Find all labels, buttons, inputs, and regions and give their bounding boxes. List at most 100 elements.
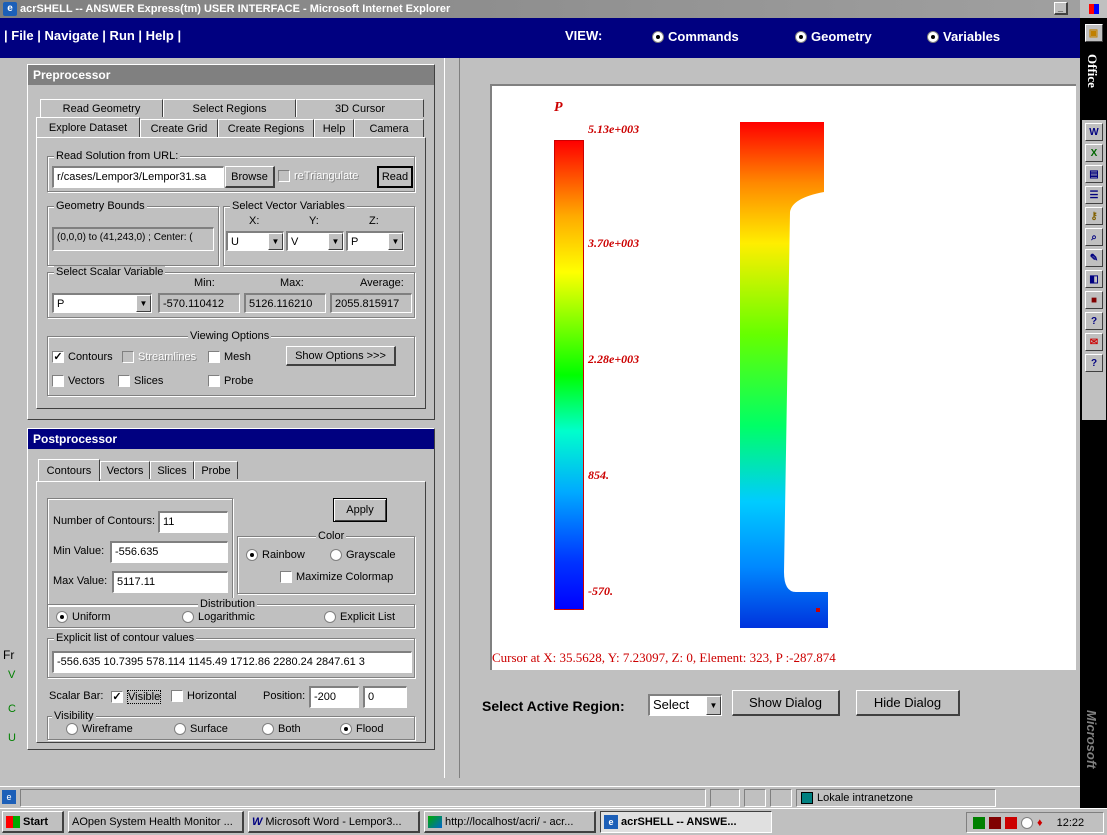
scale-tick-label: 2.28e+003 <box>588 352 640 366</box>
tab-camera[interactable]: Camera <box>354 119 424 137</box>
scalar-variable-group: Select Scalar Variable Min: Max: Average… <box>47 266 415 318</box>
browser-icon <box>428 815 442 828</box>
start-button[interactable]: Start <box>2 811 64 833</box>
flood-radio[interactable]: Flood <box>340 723 384 735</box>
uniform-radio[interactable]: Uniform <box>56 611 111 623</box>
y-variable-select[interactable]: V ▼ <box>286 231 344 251</box>
taskbar-item[interactable]: W Microsoft Word - Lempor3... <box>248 811 420 833</box>
excel-icon[interactable]: X <box>1085 144 1103 162</box>
tab-contours[interactable]: Contours <box>38 459 100 481</box>
tab-create-grid[interactable]: Create Grid <box>140 119 218 137</box>
horizontal-checkbox[interactable]: Horizontal <box>171 690 237 702</box>
min-label: Min: <box>194 277 215 289</box>
windows-logo-icon <box>6 815 20 828</box>
mesh-checkbox[interactable]: Mesh <box>208 351 251 363</box>
taskbar-item-active[interactable]: e acrSHELL -- ANSWE... <box>600 811 772 833</box>
frame-splitter[interactable] <box>444 58 460 778</box>
volume-icon: ♦ <box>1037 816 1043 829</box>
contours-checkbox[interactable]: ✓ Contours <box>52 351 113 363</box>
explicit-list-radio[interactable]: Explicit List <box>324 611 395 623</box>
tab-probe[interactable]: Probe <box>194 461 238 479</box>
max-value-input[interactable]: 5117.11 <box>112 571 228 593</box>
num-contours-input[interactable]: 11 <box>158 511 228 533</box>
checkbox-checked-icon: ✓ <box>52 351 64 363</box>
checkbox-checked-icon: ✓ <box>111 691 123 703</box>
visible-checkbox[interactable]: ✓ Visible <box>111 690 162 704</box>
taskbar: Start AOpen System Health Monitor ... WM… <box>0 808 1107 835</box>
minimize-button[interactable]: _ <box>1054 2 1068 15</box>
explicit-values-input[interactable]: -556.635 10.7395 578.114 1145.49 1712.86… <box>52 651 412 673</box>
main-menu[interactable]: | File | Navigate | Run | Help | <box>4 28 181 43</box>
strip-label: V <box>8 669 16 681</box>
wireframe-radio[interactable]: Wireframe <box>66 723 133 735</box>
solution-url-input[interactable]: r/cases/Lempor3/Lempor31.sa <box>52 166 224 188</box>
tab-slices[interactable]: Slices <box>150 461 194 479</box>
browse-button[interactable]: Browse <box>225 166 275 188</box>
apply-button[interactable]: Apply <box>333 498 387 522</box>
tab-vectors[interactable]: Vectors <box>100 461 150 479</box>
postprocessor-title: Postprocessor <box>28 429 434 449</box>
view-commands[interactable]: Commands <box>652 29 739 44</box>
help-icon[interactable]: ? <box>1085 312 1103 330</box>
probe-checkbox[interactable]: Probe <box>208 375 253 387</box>
grayscale-radio[interactable]: Grayscale <box>330 549 396 561</box>
z-variable-select[interactable]: P ▼ <box>346 231 404 251</box>
powerpoint-icon[interactable]: ▤ <box>1085 165 1103 183</box>
color-group: Color Rainbow Grayscale Maximize Colorma… <box>237 530 415 594</box>
show-dialog-button[interactable]: Show Dialog <box>732 690 840 716</box>
num-contours-label: Number of Contours: <box>53 515 156 527</box>
retriangulate-checkbox[interactable]: reTriangulate <box>278 170 358 182</box>
vector-variables-group: Select Vector Variables X: Y: Z: U ▼ V ▼ P… <box>223 200 415 266</box>
find-icon[interactable]: ⌕ <box>1085 228 1103 246</box>
view-geometry[interactable]: Geometry <box>795 29 872 44</box>
slices-checkbox[interactable]: Slices <box>118 375 163 387</box>
radio-icon <box>182 611 194 623</box>
word-icon: W <box>252 815 263 828</box>
tab-3d-cursor[interactable]: 3D Cursor <box>296 99 424 117</box>
checkbox-icon <box>280 571 292 583</box>
taskbar-item[interactable]: http://localhost/acri/ - acr... <box>424 811 596 833</box>
hide-dialog-button[interactable]: Hide Dialog <box>856 690 960 716</box>
logarithmic-radio[interactable]: Logarithmic <box>182 611 255 623</box>
explore-dataset-page: Read Solution from URL: r/cases/Lempor3/… <box>36 137 426 409</box>
tab-read-geometry[interactable]: Read Geometry <box>40 99 163 117</box>
office-icon-column: W X ▤ ☰ ⚷ ⌕ ✎ ◧ ■ ? ✉ ? <box>1082 120 1106 420</box>
tab-select-regions[interactable]: Select Regions <box>163 99 296 117</box>
vectors-checkbox[interactable]: Vectors <box>52 375 105 387</box>
rainbow-radio[interactable]: Rainbow <box>246 549 305 561</box>
tray-icon <box>989 816 1001 829</box>
position-y-input[interactable]: 0 <box>363 686 407 708</box>
taskbar-item[interactable]: AOpen System Health Monitor ... <box>68 811 244 833</box>
contours-page: Number of Contours: 11 Min Value: -556.6… <box>36 481 426 743</box>
read-button[interactable]: Read <box>377 166 413 188</box>
pen-icon[interactable]: ✎ <box>1085 249 1103 267</box>
mail-icon[interactable]: ✉ <box>1085 333 1103 351</box>
show-options-button[interactable]: Show Options >>> <box>286 346 396 366</box>
access-icon[interactable]: ■ <box>1085 291 1103 309</box>
key-icon[interactable]: ⚷ <box>1085 207 1103 225</box>
position-x-input[interactable]: -200 <box>309 686 359 708</box>
tab-explore-dataset[interactable]: Explore Dataset <box>36 117 140 137</box>
binder-icon[interactable]: ◧ <box>1085 270 1103 288</box>
word-icon[interactable]: W <box>1085 123 1103 141</box>
active-region-select[interactable]: Select ▼ <box>648 694 722 716</box>
both-radio[interactable]: Both <box>262 723 301 735</box>
surface-radio[interactable]: Surface <box>174 723 228 735</box>
streamlines-checkbox[interactable]: Streamlines <box>122 351 196 363</box>
graphics-canvas[interactable]: P 5.13e+003 3.70e+003 2.28e+003 854. -57… <box>490 84 1076 670</box>
office-menu-icon[interactable]: ▣ <box>1084 24 1103 42</box>
scalar-bar-label: Scalar Bar: <box>49 690 104 702</box>
scalar-variable-select[interactable]: P ▼ <box>52 293 152 313</box>
min-value-input[interactable]: -556.635 <box>110 541 228 563</box>
maximize-colormap-checkbox[interactable]: Maximize Colormap <box>280 571 393 583</box>
view-variables[interactable]: Variables <box>927 29 1000 44</box>
tab-create-regions[interactable]: Create Regions <box>218 119 314 137</box>
radio-icon <box>56 611 68 623</box>
tab-help[interactable]: Help <box>314 119 354 137</box>
answer-wizard-icon[interactable]: ? <box>1085 354 1103 372</box>
contacts-icon[interactable]: ☰ <box>1085 186 1103 204</box>
window-title: acrSHELL -- ANSWER Express(tm) USER INTE… <box>20 3 451 15</box>
flood-geometry[interactable] <box>740 122 836 628</box>
x-variable-select[interactable]: U ▼ <box>226 231 284 251</box>
viewing-options-group: Viewing Options ✓ Contours Streamlines Me… <box>47 330 415 396</box>
